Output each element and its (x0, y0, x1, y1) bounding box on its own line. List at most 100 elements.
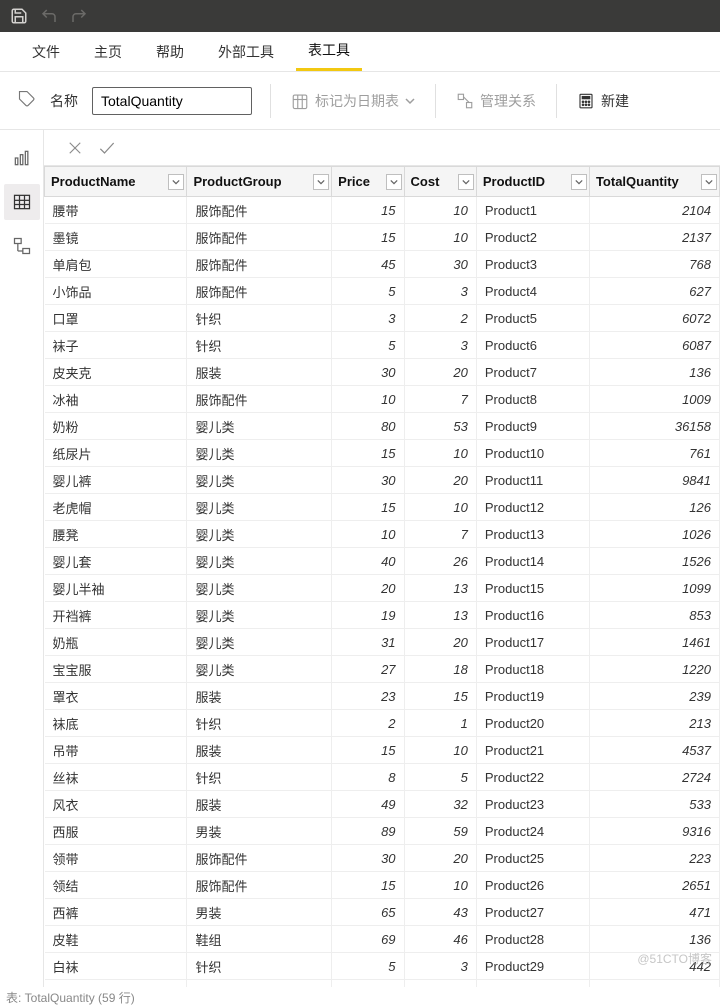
cell-total-quantity[interactable]: 239 (589, 683, 719, 710)
table-row[interactable]: 开裆裤婴儿类1913Product16853 (45, 602, 720, 629)
cell-product-name[interactable]: 袜子 (45, 332, 187, 359)
cell-price[interactable]: 31 (332, 629, 404, 656)
cell-product-group[interactable]: 针织 (187, 332, 332, 359)
cell-product-group[interactable]: 服装 (187, 683, 332, 710)
cell-product-name[interactable]: 婴儿套 (45, 548, 187, 575)
table-row[interactable]: 领带服饰配件3020Product25223 (45, 845, 720, 872)
cell-cost[interactable]: 17 (404, 980, 476, 988)
cell-product-id[interactable]: Product22 (476, 764, 589, 791)
cell-cost[interactable]: 46 (404, 926, 476, 953)
cell-product-group[interactable]: 婴儿类 (187, 467, 332, 494)
cell-cost[interactable]: 32 (404, 791, 476, 818)
cell-price[interactable]: 45 (332, 251, 404, 278)
cell-price[interactable]: 25 (332, 980, 404, 988)
cell-total-quantity[interactable]: 1026 (589, 521, 719, 548)
cell-product-id[interactable]: Product25 (476, 845, 589, 872)
cell-product-name[interactable]: 衬衫 (45, 980, 187, 988)
table-row[interactable]: 腰凳婴儿类107Product131026 (45, 521, 720, 548)
cell-price[interactable]: 2 (332, 710, 404, 737)
cell-product-id[interactable]: Product3 (476, 251, 589, 278)
cell-product-group[interactable]: 服饰配件 (187, 845, 332, 872)
cell-product-group[interactable]: 服装 (187, 737, 332, 764)
cell-cost[interactable]: 5 (404, 764, 476, 791)
cell-cost[interactable]: 20 (404, 629, 476, 656)
cell-product-id[interactable]: Product13 (476, 521, 589, 548)
cell-product-group[interactable]: 服饰配件 (187, 872, 332, 899)
cell-product-name[interactable]: 奶瓶 (45, 629, 187, 656)
cell-product-id[interactable]: Product17 (476, 629, 589, 656)
cell-total-quantity[interactable]: 2651 (589, 872, 719, 899)
cell-price[interactable]: 40 (332, 548, 404, 575)
redo-icon[interactable] (70, 7, 88, 25)
cell-price[interactable]: 15 (332, 872, 404, 899)
table-row[interactable]: 袜子针织53Product66087 (45, 332, 720, 359)
cell-product-name[interactable]: 丝袜 (45, 764, 187, 791)
cell-price[interactable]: 23 (332, 683, 404, 710)
table-row[interactable]: 纸尿片婴儿类1510Product10761 (45, 440, 720, 467)
cell-product-group[interactable]: 服饰配件 (187, 224, 332, 251)
cell-product-name[interactable]: 白袜 (45, 953, 187, 980)
cell-product-group[interactable]: 针织 (187, 764, 332, 791)
cell-total-quantity[interactable]: 2104 (589, 197, 719, 224)
table-row[interactable]: 西裤男装6543Product27471 (45, 899, 720, 926)
cell-product-id[interactable]: Product2 (476, 224, 589, 251)
tab-home[interactable]: 主页 (82, 34, 134, 70)
cell-product-name[interactable]: 口罩 (45, 305, 187, 332)
cell-product-name[interactable]: 婴儿半袖 (45, 575, 187, 602)
cell-product-id[interactable]: Product24 (476, 818, 589, 845)
table-row[interactable]: 皮夹克服装3020Product7136 (45, 359, 720, 386)
cell-product-name[interactable]: 皮夹克 (45, 359, 187, 386)
cell-product-id[interactable]: Product23 (476, 791, 589, 818)
cell-price[interactable]: 5 (332, 278, 404, 305)
cell-price[interactable]: 10 (332, 521, 404, 548)
cell-cost[interactable]: 20 (404, 845, 476, 872)
cell-total-quantity[interactable]: 627 (589, 278, 719, 305)
cell-total-quantity[interactable]: 1009 (589, 386, 719, 413)
cell-product-group[interactable]: 婴儿类 (187, 440, 332, 467)
cell-product-id[interactable]: Product8 (476, 386, 589, 413)
cell-total-quantity[interactable]: 853 (589, 602, 719, 629)
cell-total-quantity[interactable]: 714 (589, 980, 719, 988)
cell-product-name[interactable]: 冰袖 (45, 386, 187, 413)
cell-total-quantity[interactable]: 9316 (589, 818, 719, 845)
cell-price[interactable]: 5 (332, 332, 404, 359)
cell-product-group[interactable]: 婴儿类 (187, 629, 332, 656)
column-header-cost[interactable]: Cost (404, 167, 476, 197)
table-row[interactable]: 老虎帽婴儿类1510Product12126 (45, 494, 720, 521)
cell-cost[interactable]: 10 (404, 737, 476, 764)
cell-total-quantity[interactable]: 6087 (589, 332, 719, 359)
cell-product-name[interactable]: 腰带 (45, 197, 187, 224)
table-row[interactable]: 吊带服装1510Product214537 (45, 737, 720, 764)
cell-total-quantity[interactable]: 768 (589, 251, 719, 278)
cell-total-quantity[interactable]: 136 (589, 926, 719, 953)
cell-product-group[interactable]: 婴儿类 (187, 494, 332, 521)
cell-product-group[interactable]: 婴儿类 (187, 656, 332, 683)
filter-dropdown-icon[interactable] (168, 174, 184, 190)
cell-cost[interactable]: 7 (404, 386, 476, 413)
table-row[interactable]: 白袜针织53Product29442 (45, 953, 720, 980)
manage-relationships-button[interactable]: 管理关系 (454, 87, 538, 115)
model-view-button[interactable] (4, 228, 40, 264)
cell-total-quantity[interactable]: 36158 (589, 413, 719, 440)
commit-icon[interactable] (96, 137, 118, 159)
cell-cost[interactable]: 18 (404, 656, 476, 683)
cell-product-name[interactable]: 奶粉 (45, 413, 187, 440)
cell-product-group[interactable]: 针织 (187, 710, 332, 737)
cell-product-group[interactable]: 服装 (187, 359, 332, 386)
cell-total-quantity[interactable]: 213 (589, 710, 719, 737)
filter-dropdown-icon[interactable] (701, 174, 717, 190)
name-input[interactable] (92, 87, 252, 115)
tab-file[interactable]: 文件 (20, 34, 72, 70)
cell-product-name[interactable]: 领结 (45, 872, 187, 899)
cell-price[interactable]: 89 (332, 818, 404, 845)
cell-cost[interactable]: 43 (404, 899, 476, 926)
cell-product-group[interactable]: 婴儿类 (187, 602, 332, 629)
cell-cost[interactable]: 1 (404, 710, 476, 737)
cell-total-quantity[interactable]: 136 (589, 359, 719, 386)
cell-cost[interactable]: 10 (404, 440, 476, 467)
cell-product-id[interactable]: Product18 (476, 656, 589, 683)
tab-help[interactable]: 帮助 (144, 34, 196, 70)
cell-price[interactable]: 15 (332, 440, 404, 467)
column-header-product-name[interactable]: ProductName (45, 167, 187, 197)
cell-product-id[interactable]: Product26 (476, 872, 589, 899)
